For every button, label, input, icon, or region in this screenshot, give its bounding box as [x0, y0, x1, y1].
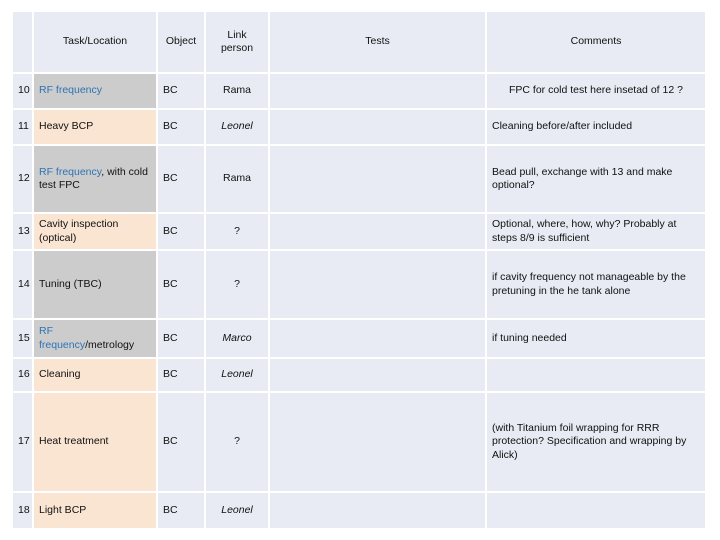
cell-tests[interactable]	[270, 110, 487, 146]
cell-link-person[interactable]: Leonel	[206, 359, 270, 393]
table-body: 10 RF frequency BC Rama FPC for cold test he…	[13, 74, 707, 530]
cell-comments[interactable]	[487, 493, 707, 530]
cell-object[interactable]: BC	[158, 251, 206, 320]
row-number-cell[interactable]: 15	[13, 320, 34, 359]
cell-task-location[interactable]: RF frequency, with cold test FPC	[34, 146, 158, 214]
cell-comments[interactable]	[487, 359, 707, 393]
table-row: 15 RF frequency/metrology BC Marco if tuning…	[13, 320, 707, 359]
table-row: 10 RF frequency BC Rama FPC for cold test he…	[13, 74, 707, 110]
cell-link-person[interactable]: ?	[206, 251, 270, 320]
cell-link-person[interactable]: Rama	[206, 74, 270, 110]
cell-tests[interactable]	[270, 320, 487, 359]
cell-tests[interactable]	[270, 146, 487, 214]
task-plain-text: Light BCP	[39, 503, 87, 516]
task-link-text[interactable]: RF frequency	[39, 84, 102, 96]
cell-task-location[interactable]: Tuning (TBC)	[34, 251, 158, 320]
cell-object[interactable]: BC	[158, 493, 206, 530]
column-header-link-person[interactable]: Link person	[206, 12, 270, 74]
cell-comments[interactable]: Bead pull, exchange with 13 and make opt…	[487, 146, 707, 214]
cell-comments[interactable]: (with Titanium foil wrapping for RRR pro…	[487, 393, 707, 493]
cell-tests[interactable]	[270, 393, 487, 493]
cell-link-person[interactable]: ?	[206, 214, 270, 251]
row-number-cell[interactable]: 11	[13, 110, 34, 146]
cell-comments[interactable]: Optional, where, how, why? Probably at s…	[487, 214, 707, 251]
cell-link-person[interactable]: Leonel	[206, 493, 270, 530]
task-plain-text: Heavy BCP	[39, 120, 94, 133]
cell-link-person[interactable]: Leonel	[206, 110, 270, 146]
task-plain-text: Cleaning	[39, 368, 81, 381]
column-header-comments[interactable]: Comments	[487, 12, 707, 74]
cell-task-location[interactable]: RF frequency/metrology	[34, 320, 158, 359]
table-row: 14 Tuning (TBC) BC? if cavity frequency not…	[13, 251, 707, 320]
table-header-row: Task/Location Object Link person Tests C…	[13, 12, 707, 74]
column-header-task-location[interactable]: Task/Location	[34, 12, 158, 74]
header-rownum-cell	[13, 12, 34, 74]
cell-link-person[interactable]: Rama	[206, 146, 270, 214]
task-link-text[interactable]: RF frequency	[39, 325, 85, 350]
cell-task-location[interactable]: Cavity inspection (optical)	[34, 214, 158, 251]
task-plain-text: Tuning (TBC)	[39, 277, 102, 290]
task-table: Task/Location Object Link person Tests C…	[13, 12, 707, 530]
row-number-cell[interactable]: 13	[13, 214, 34, 251]
table-row: 16 Cleaning BC Leonel	[13, 359, 707, 393]
task-plain-text: Heat treatment	[39, 435, 109, 448]
cell-tests[interactable]	[270, 359, 487, 393]
spreadsheet-table-slide: Task/Location Object Link person Tests C…	[0, 0, 720, 540]
task-plain-text: /metrology	[85, 338, 135, 351]
cell-task-location[interactable]: Heavy BCP	[34, 110, 158, 146]
cell-object[interactable]: BC	[158, 359, 206, 393]
cell-object[interactable]: BC	[158, 320, 206, 359]
row-number-cell[interactable]: 16	[13, 359, 34, 393]
cell-task-location[interactable]: RF frequency	[34, 74, 158, 110]
column-header-tests[interactable]: Tests	[270, 12, 487, 74]
cell-task-location[interactable]: Heat treatment	[34, 393, 158, 493]
cell-tests[interactable]	[270, 251, 487, 320]
cell-task-location[interactable]: Light BCP	[34, 493, 158, 530]
table-row: 17 Heat treatment BC? (with Titanium foil w…	[13, 393, 707, 493]
cell-link-person[interactable]: Marco	[206, 320, 270, 359]
cell-object[interactable]: BC	[158, 110, 206, 146]
task-plain-text: Cavity inspection (optical)	[39, 218, 119, 244]
table-row: 13 Cavity inspection (optical) BC? Optional…	[13, 214, 707, 251]
row-number-cell[interactable]: 14	[13, 251, 34, 320]
table-row: 12 RF frequency, with cold test FPC BC Rama…	[13, 146, 707, 214]
cell-object[interactable]: BC	[158, 74, 206, 110]
cell-link-person[interactable]: ?	[206, 393, 270, 493]
column-header-object[interactable]: Object	[158, 12, 206, 74]
cell-tests[interactable]	[270, 214, 487, 251]
table-row: 11 Heavy BCP BC Leonel Cleaning before/after…	[13, 110, 707, 146]
cell-task-location[interactable]: Cleaning	[34, 359, 158, 393]
cell-tests[interactable]	[270, 493, 487, 530]
task-link-text[interactable]: RF frequency	[39, 166, 101, 178]
cell-comments[interactable]: FPC for cold test here insetad of 12 ?	[487, 74, 707, 110]
cell-comments[interactable]: if cavity frequency not manageable by th…	[487, 251, 707, 320]
cell-object[interactable]: BC	[158, 146, 206, 214]
row-number-cell[interactable]: 18	[13, 493, 34, 530]
row-number-cell[interactable]: 10	[13, 74, 34, 110]
cell-tests[interactable]	[270, 74, 487, 110]
cell-comments[interactable]: if tuning needed	[487, 320, 707, 359]
cell-object[interactable]: BC	[158, 393, 206, 493]
cell-object[interactable]: BC	[158, 214, 206, 251]
row-number-cell[interactable]: 12	[13, 146, 34, 214]
cell-comments[interactable]: Cleaning before/after included	[487, 110, 707, 146]
table-row: 18 Light BCP BC Leonel	[13, 493, 707, 530]
row-number-cell[interactable]: 17	[13, 393, 34, 493]
